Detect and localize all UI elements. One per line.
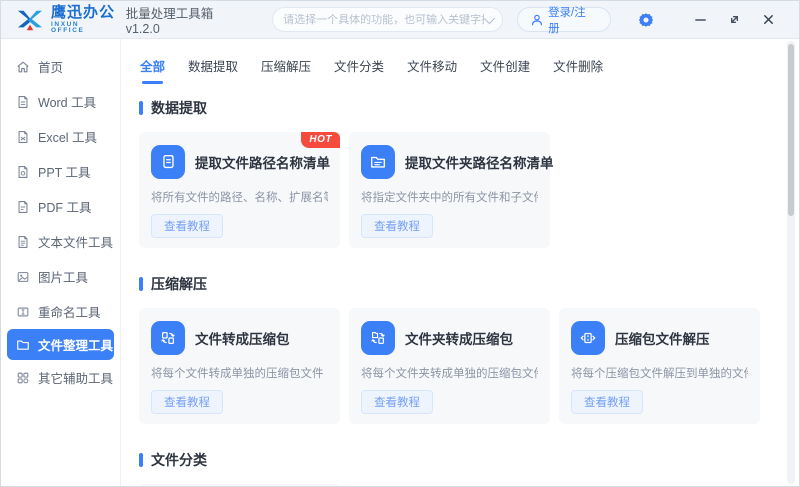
word-file-icon — [16, 95, 30, 109]
app-logo-icon — [15, 7, 45, 33]
sidebar-item-label: Word 工具 — [38, 92, 96, 111]
hot-badge: HOT — [301, 132, 340, 148]
user-icon — [531, 14, 543, 26]
tab-file-classify[interactable]: 文件分类 — [334, 56, 384, 84]
app-window: 鹰迅办公 INXUN OFFICE 批量处理工具箱 v1.2.0 登录/注册 — [0, 0, 800, 487]
folder-icon — [16, 338, 30, 352]
section-title-text: 压缩解压 — [151, 274, 207, 294]
main-content: 全部 数据提取 压缩解压 文件分类 文件移动 文件创建 文件删除 数据提取 HO… — [121, 39, 799, 486]
sidebar-item-pdf-tools[interactable]: PDF 工具 — [1, 189, 120, 224]
category-tabs: 全部 数据提取 压缩解压 文件分类 文件移动 文件创建 文件删除 — [121, 39, 799, 84]
sidebar-item-label: Excel 工具 — [38, 127, 97, 146]
sidebar-item-label: PDF 工具 — [38, 197, 91, 216]
folder-to-zip-icon — [361, 321, 395, 355]
sidebar-item-label: 文件整理工具 — [38, 335, 113, 354]
tab-file-create[interactable]: 文件创建 — [480, 56, 530, 84]
sidebar-item-label: PPT 工具 — [38, 162, 91, 181]
tab-file-move[interactable]: 文件移动 — [407, 56, 457, 84]
view-tutorial-button[interactable]: 查看教程 — [571, 390, 643, 414]
unzip-icon — [571, 321, 605, 355]
ppt-file-icon — [16, 165, 30, 179]
section-title-data-extract: 数据提取 — [139, 98, 799, 118]
close-button[interactable] — [751, 7, 785, 33]
card-title: 提取文件夹路径名称清单 — [405, 152, 554, 172]
sidebar-item-image-tools[interactable]: 图片工具 — [1, 259, 120, 294]
rename-icon — [16, 305, 30, 319]
tab-data-extract[interactable]: 数据提取 — [188, 56, 238, 84]
card-file-to-zip[interactable]: 文件转成压缩包 将每个文件转成单独的压缩包文件 查看教程 — [139, 308, 340, 424]
section-accent-bar — [139, 277, 143, 291]
card-description: 将每个文件夹转成单独的压缩包文件 — [361, 365, 538, 381]
card-folder-to-zip[interactable]: 文件夹转成压缩包 将每个文件夹转成单独的压缩包文件 查看教程 — [349, 308, 550, 424]
sidebar-item-label: 文本文件工具 — [38, 232, 113, 251]
card-description: 将每个压缩包文件解压到单独的文件夹中 — [571, 365, 748, 381]
sidebar-item-word-tools[interactable]: Word 工具 — [1, 84, 120, 119]
card-description: 将指定文件夹中的所有文件和子文件夹的... — [361, 189, 538, 205]
tab-all[interactable]: 全部 — [140, 56, 165, 84]
sidebar-item-other-helper-tools[interactable]: 其它辅助工具 — [1, 360, 120, 395]
function-search-box[interactable] — [272, 7, 503, 32]
sidebar-item-home[interactable]: 首页 — [1, 49, 120, 84]
login-label: 登录/注册 — [548, 4, 597, 36]
excel-file-icon — [16, 130, 30, 144]
pdf-file-icon — [16, 200, 30, 214]
scrollbar-track[interactable] — [787, 41, 795, 484]
image-icon — [16, 270, 30, 284]
card-title: 提取文件路径名称清单 — [195, 152, 330, 172]
file-to-zip-icon — [151, 321, 185, 355]
scrollbar-thumb[interactable] — [788, 44, 794, 216]
card-description: 将每个文件转成单独的压缩包文件 — [151, 365, 328, 381]
section-accent-bar — [139, 453, 143, 467]
brand-subtitle: INXUN OFFICE — [51, 22, 116, 35]
app-title: 批量处理工具箱 v1.2.0 — [126, 3, 250, 36]
view-tutorial-button[interactable]: 查看教程 — [361, 214, 433, 238]
sidebar-item-file-organize-tools[interactable]: 文件整理工具 — [7, 329, 114, 360]
folder-list-icon — [361, 145, 395, 179]
card-description: 将所有文件的路径、名称、扩展名等基本... — [151, 189, 328, 205]
brand-block: 鹰迅办公 INXUN OFFICE — [51, 5, 116, 35]
sidebar-item-label: 图片工具 — [38, 267, 88, 286]
card-title: 文件夹转成压缩包 — [405, 328, 513, 348]
tab-file-delete[interactable]: 文件删除 — [553, 56, 603, 84]
section-title-file-classify: 文件分类 — [139, 450, 799, 470]
card-unzip-files[interactable]: 压缩包文件解压 将每个压缩包文件解压到单独的文件夹中 查看教程 — [559, 308, 760, 424]
view-tutorial-button[interactable]: 查看教程 — [361, 390, 433, 414]
search-input[interactable] — [283, 14, 484, 26]
sidebar: 首页 Word 工具 Excel 工具 PPT 工具 PDF 工具 文本文件工具 — [1, 39, 121, 486]
chevron-down-icon[interactable] — [484, 12, 495, 23]
text-file-icon — [16, 235, 30, 249]
sidebar-item-label: 首页 — [38, 57, 63, 76]
section-title-text: 数据提取 — [151, 98, 207, 118]
card-extract-file-path-list[interactable]: HOT 提取文件路径名称清单 将所有文件的路径、名称、扩展名等基本... 查看教… — [139, 132, 340, 248]
section-title-compress: 压缩解压 — [139, 274, 799, 294]
tab-compress[interactable]: 压缩解压 — [261, 56, 311, 84]
section-title-text: 文件分类 — [151, 450, 207, 470]
view-tutorial-button[interactable]: 查看教程 — [151, 214, 223, 238]
home-icon — [16, 60, 30, 74]
sidebar-item-label: 其它辅助工具 — [38, 368, 113, 387]
card-extract-folder-path-list[interactable]: 提取文件夹路径名称清单 将指定文件夹中的所有文件和子文件夹的... 查看教程 — [349, 132, 550, 248]
apps-grid-icon — [16, 371, 30, 385]
section-accent-bar — [139, 101, 143, 115]
sidebar-item-ppt-tools[interactable]: PPT 工具 — [1, 154, 120, 189]
file-list-icon — [151, 145, 185, 179]
maximize-button[interactable] — [717, 7, 751, 33]
settings-gear-icon[interactable] — [629, 7, 663, 33]
sidebar-item-label: 重命名工具 — [38, 302, 101, 321]
login-register-button[interactable]: 登录/注册 — [517, 7, 611, 32]
sidebar-item-excel-tools[interactable]: Excel 工具 — [1, 119, 120, 154]
card-title: 压缩包文件解压 — [615, 328, 710, 348]
minimize-button[interactable] — [683, 7, 717, 33]
brand-name: 鹰迅办公 — [51, 5, 116, 20]
sidebar-item-text-file-tools[interactable]: 文本文件工具 — [1, 224, 120, 259]
view-tutorial-button[interactable]: 查看教程 — [151, 390, 223, 414]
titlebar: 鹰迅办公 INXUN OFFICE 批量处理工具箱 v1.2.0 登录/注册 — [1, 1, 799, 39]
card-title: 文件转成压缩包 — [195, 328, 290, 348]
sidebar-item-rename-tools[interactable]: 重命名工具 — [1, 294, 120, 329]
card-classify-by-extension[interactable]: 按扩展名分类 — [139, 484, 340, 486]
